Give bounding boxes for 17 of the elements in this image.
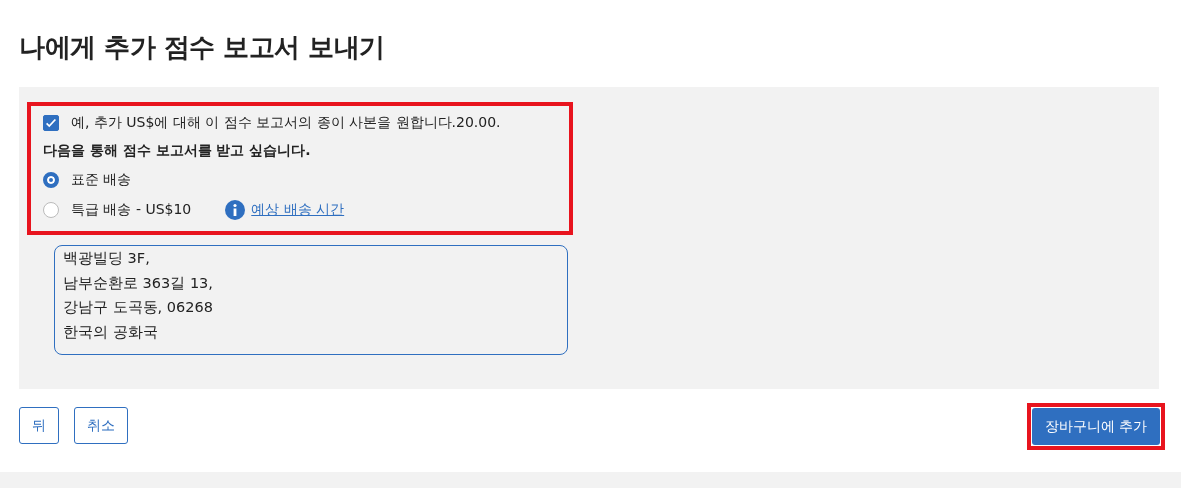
button[interactable]: 취소 [74, 407, 128, 444]
radio-label: 특급 배송 - US$10 [71, 201, 192, 219]
radio-button[interactable] [43, 172, 59, 188]
checkbox-label: 예, 추가 US$에 대해 이 점수 보고서의 종이 사본을 원합니다.20.00. [71, 114, 501, 132]
address-line: 한국의 공화국 [63, 322, 159, 342]
address-line: 백광빌딩 3F, [63, 249, 151, 268]
address-line: 남부순환로 363길 13, [63, 273, 214, 293]
delivery-time-link[interactable]: 예상 배송 시간 [251, 201, 345, 219]
add-to-cart-button[interactable]: 장바구니에 추가 [1031, 408, 1160, 445]
button[interactable]: 뒤 [19, 407, 59, 444]
radio-label: 표준 배송 [71, 171, 132, 189]
delivery-heading: 다음을 통해 점수 보고서를 받고 싶습니다. [43, 142, 312, 160]
checkbox[interactable] [43, 115, 59, 131]
radio-button[interactable] [43, 202, 59, 218]
page-title: 나에게 추가 점수 보고서 보내기 [19, 32, 385, 62]
info-icon [225, 200, 246, 220]
address-line: 강남구 도곡동, 06268 [63, 298, 214, 317]
